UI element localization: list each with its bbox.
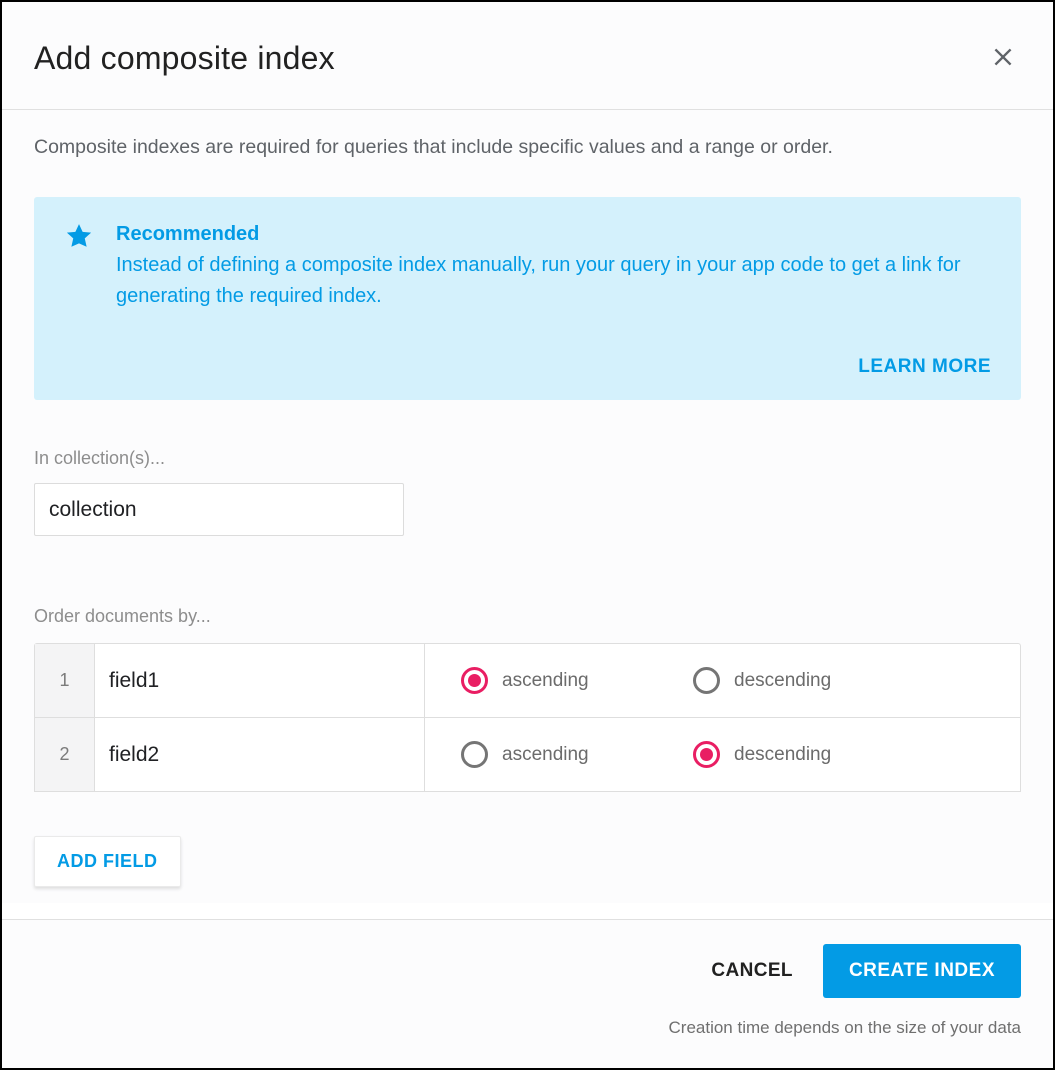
close-icon	[990, 44, 1016, 73]
add-field-button[interactable]: ADD FIELD	[34, 836, 181, 887]
field-name-input[interactable]	[109, 669, 410, 693]
order-row: 1 ascending descending	[35, 644, 1020, 718]
radio-descending[interactable]: descending	[693, 741, 873, 768]
dialog-footer: CANCEL CREATE INDEX Creation time depend…	[2, 919, 1053, 1068]
row-number: 1	[35, 644, 95, 717]
dialog-title: Add composite index	[34, 40, 335, 77]
dialog-description: Composite indexes are required for queri…	[34, 136, 1021, 159]
recommended-title: Recommended	[116, 223, 986, 246]
order-label: Order documents by...	[34, 606, 1021, 627]
radio-icon	[461, 741, 488, 768]
radio-ascending[interactable]: ascending	[461, 667, 641, 694]
radio-descending[interactable]: descending	[693, 667, 873, 694]
recommended-text: Instead of defining a composite index ma…	[116, 250, 986, 312]
radio-icon	[461, 667, 488, 694]
radio-icon	[693, 667, 720, 694]
dialog-body: Composite indexes are required for queri…	[2, 110, 1053, 903]
radio-icon	[693, 741, 720, 768]
row-number: 2	[35, 718, 95, 791]
order-row: 2 ascending descending	[35, 718, 1020, 792]
cancel-button[interactable]: CANCEL	[711, 960, 793, 982]
collection-label: In collection(s)...	[34, 448, 1021, 469]
add-composite-index-dialog: Add composite index Composite indexes ar…	[0, 0, 1055, 1070]
radio-label: ascending	[502, 670, 589, 692]
field-name-input[interactable]	[109, 743, 410, 767]
recommended-info-card: Recommended Instead of defining a compos…	[34, 197, 1021, 400]
close-button[interactable]	[985, 41, 1021, 77]
collection-input[interactable]	[34, 483, 404, 536]
radio-label: descending	[734, 670, 831, 692]
radio-ascending[interactable]: ascending	[461, 741, 641, 768]
radio-label: ascending	[502, 744, 589, 766]
radio-label: descending	[734, 744, 831, 766]
footer-note: Creation time depends on the size of you…	[669, 1018, 1022, 1038]
create-index-button[interactable]: CREATE INDEX	[823, 944, 1021, 998]
star-icon	[64, 221, 94, 312]
order-fields-table: 1 ascending descending 2	[34, 643, 1021, 792]
dialog-header: Add composite index	[2, 2, 1053, 110]
learn-more-button[interactable]: LEARN MORE	[858, 356, 991, 378]
